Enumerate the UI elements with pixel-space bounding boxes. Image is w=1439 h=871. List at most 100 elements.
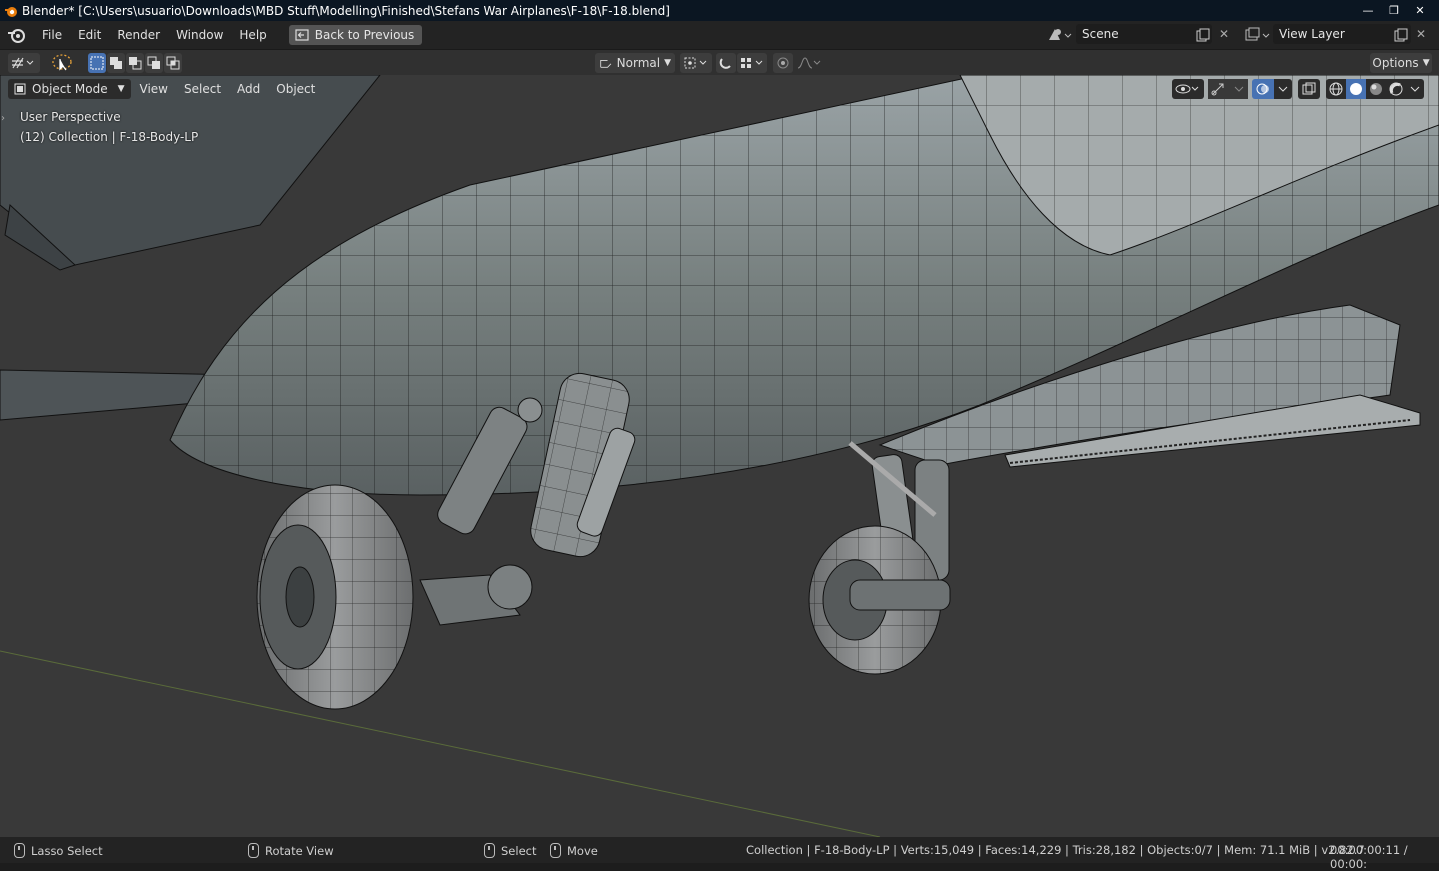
transform-orientation-select[interactable]: Normal ▼ xyxy=(595,53,675,73)
menu-file[interactable]: File xyxy=(34,24,70,46)
mouse-middle-icon xyxy=(248,843,259,858)
status-bar: Lasso Select Rotate View Select Move Col… xyxy=(0,837,1439,871)
scene-statistics: Collection | F-18-Body-LP | Verts:15,049… xyxy=(746,843,1365,857)
proportional-edit-toggle[interactable] xyxy=(773,53,793,73)
view-layer-icon[interactable] xyxy=(1244,26,1272,44)
status-rotate-label: Rotate View xyxy=(265,843,334,858)
options-label: Options xyxy=(1372,56,1419,70)
mouse-left-icon xyxy=(14,843,25,858)
status-lasso-select: Lasso Select xyxy=(14,843,103,858)
proportional-falloff-select[interactable] xyxy=(794,53,824,73)
select-extend-icon xyxy=(110,57,122,69)
viewport-menu-add[interactable]: Add xyxy=(230,79,267,99)
close-icon[interactable]: ✕ xyxy=(1407,0,1433,21)
viewport-menu-select[interactable]: Select xyxy=(177,79,228,99)
shading-material-button[interactable] xyxy=(1366,79,1386,99)
chevron-down-icon: ▼ xyxy=(1422,58,1430,68)
shading-solid-button[interactable] xyxy=(1346,79,1366,99)
eye-icon xyxy=(1175,84,1199,94)
xray-toggle[interactable] xyxy=(1298,79,1320,99)
options-dropdown[interactable]: Options ▼ xyxy=(1370,53,1432,73)
object-mode-icon xyxy=(14,83,26,95)
material-sphere-icon xyxy=(1370,83,1382,95)
select-mode-new-button[interactable] xyxy=(88,53,106,73)
viewport-shading-controls xyxy=(1172,79,1424,99)
select-mode-subtract-button[interactable] xyxy=(126,53,144,73)
viewport-menu-object[interactable]: Object xyxy=(269,79,322,99)
select-subtract-icon xyxy=(129,57,142,70)
minimize-icon[interactable]: — xyxy=(1355,0,1381,21)
chevron-down-icon xyxy=(1278,86,1288,92)
chevron-down-icon: ▼ xyxy=(117,84,125,94)
overlays-toggle[interactable] xyxy=(1252,79,1274,99)
viewport-scene-render xyxy=(0,75,1439,837)
back-to-previous-button[interactable]: Back to Previous xyxy=(288,25,423,45)
transform-orientation-value: Normal xyxy=(616,56,661,70)
scene-statistics-text: Collection | F-18-Body-LP | Verts:15,049… xyxy=(746,843,1365,857)
scene-icon[interactable] xyxy=(1046,26,1072,44)
mouse-drag-icon xyxy=(550,843,561,858)
shading-rendered-button[interactable] xyxy=(1386,79,1406,99)
status-lasso-label: Lasso Select xyxy=(31,843,103,858)
snap-toggle[interactable] xyxy=(716,53,736,73)
falloff-curve-icon xyxy=(797,57,821,69)
copy-view-layer-icon[interactable] xyxy=(1394,28,1408,42)
remove-scene-icon[interactable]: ✕ xyxy=(1219,27,1229,41)
toolbar-expand-icon[interactable]: › xyxy=(1,113,5,124)
shading-dropdown[interactable] xyxy=(1406,79,1424,99)
select-mode-extend-button[interactable] xyxy=(107,53,125,73)
copy-scene-icon[interactable] xyxy=(1196,28,1210,42)
top-menubar: File Edit Render Window Help Back to Pre… xyxy=(0,21,1439,49)
rendered-sphere-icon xyxy=(1389,82,1403,96)
viewport-menu-view[interactable]: View xyxy=(133,79,175,99)
chevron-down-icon: ▼ xyxy=(664,58,671,68)
object-mode-label: Object Mode xyxy=(32,82,108,96)
snap-element-select[interactable] xyxy=(737,53,767,73)
gizmo-dropdown[interactable] xyxy=(1230,79,1248,99)
view-layer-field[interactable]: View Layer xyxy=(1273,24,1411,44)
chevron-down-icon xyxy=(1234,86,1244,92)
gizmo-toggle[interactable] xyxy=(1208,79,1230,99)
menu-help[interactable]: Help xyxy=(231,24,274,46)
select-invert-icon xyxy=(147,56,160,69)
window-titlebar: Blender* [C:\Users\usuario\Downloads\MBD… xyxy=(0,0,1439,21)
mouse-right-icon xyxy=(484,843,495,858)
status-select-label: Select xyxy=(501,843,537,858)
shading-wireframe-button[interactable] xyxy=(1326,79,1346,99)
snap-grid-icon xyxy=(741,58,763,68)
perspective-label: User Perspective xyxy=(20,110,121,124)
collection-label: (12) Collection | F-18-Body-LP xyxy=(20,130,199,144)
editor-type-button[interactable] xyxy=(8,53,40,73)
back-to-previous-label: Back to Previous xyxy=(314,28,415,42)
menu-render[interactable]: Render xyxy=(109,24,168,46)
status-select: Select xyxy=(484,843,536,858)
menu-window[interactable]: Window xyxy=(168,24,231,46)
3d-viewport[interactable]: Object Mode ▼ View Select Add Object › U… xyxy=(0,75,1439,837)
maximize-icon[interactable]: ❐ xyxy=(1381,0,1407,21)
overlays-dropdown[interactable] xyxy=(1274,79,1292,99)
status-move-label: Move xyxy=(567,843,598,858)
menu-edit[interactable]: Edit xyxy=(70,24,109,46)
view-layer-name: View Layer xyxy=(1279,27,1345,41)
select-mode-intersect-button[interactable] xyxy=(164,53,182,73)
viewport-header: Object Mode ▼ View Select Add Object xyxy=(8,79,322,99)
blender-logo-icon xyxy=(5,6,17,17)
object-mode-select[interactable]: Object Mode ▼ xyxy=(8,79,131,99)
pivot-point-select[interactable] xyxy=(680,53,712,73)
remove-view-layer-icon[interactable]: ✕ xyxy=(1416,27,1426,41)
select-mode-invert-button[interactable] xyxy=(145,53,163,73)
blender-menu-icon[interactable] xyxy=(0,24,34,46)
magnet-icon xyxy=(719,58,731,69)
scene-field[interactable]: Scene xyxy=(1076,24,1212,44)
select-intersect-icon xyxy=(166,56,180,70)
visibility-select[interactable] xyxy=(1172,79,1204,99)
scene-name: Scene xyxy=(1082,27,1119,41)
lasso-select-tool-button[interactable] xyxy=(50,53,74,73)
overlays-icon xyxy=(1256,83,1269,95)
screen-back-icon xyxy=(295,29,309,41)
tool-settings-bar: Normal ▼ Options ▼ xyxy=(0,49,1439,76)
solid-sphere-icon xyxy=(1350,83,1362,95)
gizmo-icon xyxy=(1211,83,1224,96)
lasso-select-icon xyxy=(52,54,72,71)
window-title: Blender* [C:\Users\usuario\Downloads\MBD… xyxy=(22,3,670,18)
